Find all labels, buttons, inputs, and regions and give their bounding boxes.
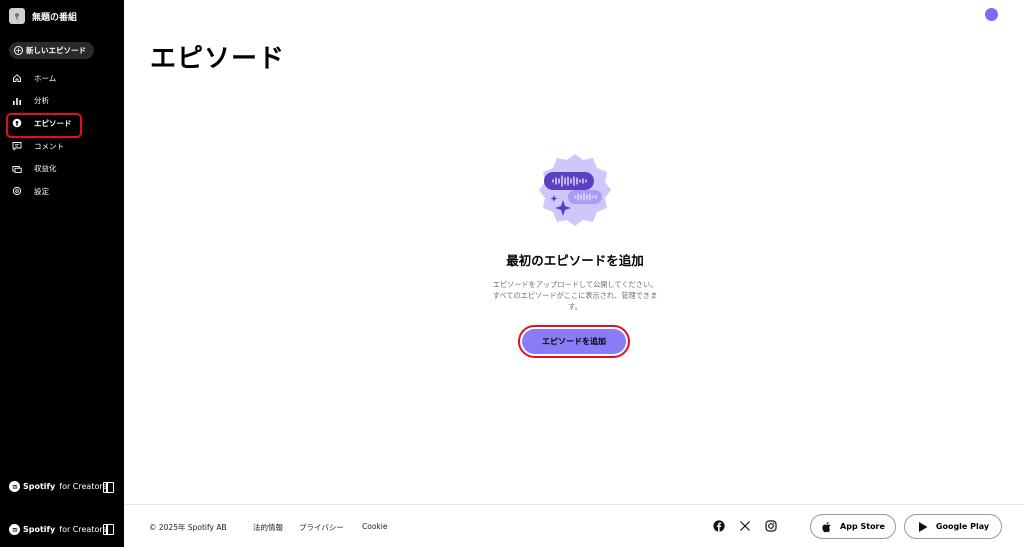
google-play-button[interactable]: Google Play bbox=[904, 514, 1002, 539]
sidebar-item-label: 設定 bbox=[34, 186, 49, 196]
empty-state-title: 最初のエピソードを追加 bbox=[506, 253, 644, 268]
main-content: エピソード 最初のエピソードを追加 エピソードをアップロードして公開してください… bbox=[124, 0, 1024, 547]
collapse-sidebar-icon[interactable] bbox=[103, 482, 114, 493]
empty-state-description: エピソードをアップロードして公開してください。 すべてのエピソードがここに表示さ… bbox=[470, 279, 680, 312]
sidebar-item-label: コメント bbox=[34, 141, 64, 151]
analytics-icon bbox=[12, 96, 22, 106]
empty-desc-line: す。 bbox=[568, 302, 582, 311]
footer: © 2025年 Spotify AB 法的情報 プライバシー Cookie Ap… bbox=[124, 504, 1024, 547]
collapse-sidebar-icon[interactable] bbox=[103, 524, 114, 535]
privacy-link[interactable]: プライバシー bbox=[299, 522, 344, 533]
app-store-button[interactable]: App Store bbox=[810, 514, 896, 539]
spotify-icon bbox=[9, 524, 20, 535]
sidebar-item-home[interactable]: ホーム bbox=[0, 67, 124, 90]
sidebar-item-settings[interactable]: 設定 bbox=[0, 180, 124, 203]
episode-icon bbox=[12, 118, 22, 128]
cookie-link[interactable]: Cookie bbox=[362, 522, 387, 531]
add-episode-button[interactable]: エピソードを追加 bbox=[522, 329, 626, 354]
copyright: © 2025年 Spotify AB bbox=[149, 523, 227, 532]
instagram-icon[interactable] bbox=[764, 519, 777, 532]
sidebar-item-monetization[interactable]: 収益化 bbox=[0, 157, 124, 180]
x-icon[interactable] bbox=[738, 519, 751, 532]
page-title: エピソード bbox=[150, 44, 286, 74]
spotify-icon bbox=[9, 481, 20, 492]
spotify-for-creators-logo[interactable]: Spotify for Creators bbox=[9, 481, 107, 492]
empty-desc-line: すべてのエピソードがここに表示され、管理できま bbox=[492, 291, 658, 300]
legal-link[interactable]: 法的情報 bbox=[253, 522, 283, 533]
empty-state: 最初のエピソードを追加 エピソードをアップロードして公開してください。 すべての… bbox=[470, 150, 680, 312]
app-root: 無題の番組 + 新しいエピソード ホーム 分析 エピソード コメント 収益化 設… bbox=[0, 0, 1024, 547]
sidebar-nav: ホーム 分析 エピソード コメント 収益化 設定 bbox=[0, 67, 124, 203]
sidebar-item-analytics[interactable]: 分析 bbox=[0, 90, 124, 113]
show-header[interactable]: 無題の番組 bbox=[9, 8, 77, 24]
brand-name: Spotify bbox=[23, 525, 56, 534]
new-episode-button[interactable]: + 新しいエピソード bbox=[9, 42, 94, 59]
brand-suffix: for Creators bbox=[59, 525, 107, 534]
brand-suffix: for Creators bbox=[59, 482, 107, 491]
empty-desc-line: エピソードをアップロードして公開してください。 bbox=[492, 280, 658, 289]
google-play-icon bbox=[918, 521, 928, 532]
sidebar-item-label: エピソード bbox=[34, 118, 72, 128]
sidebar-item-label: ホーム bbox=[34, 73, 57, 83]
sidebar: 無題の番組 + 新しいエピソード ホーム 分析 エピソード コメント 収益化 設… bbox=[0, 0, 124, 547]
add-episode-highlight: エピソードを追加 bbox=[518, 325, 630, 358]
spotify-for-creators-logo-footer[interactable]: Spotify for Creators bbox=[9, 524, 107, 535]
home-icon bbox=[12, 73, 22, 83]
plus-icon: + bbox=[14, 46, 23, 55]
sidebar-item-comments[interactable]: コメント bbox=[0, 135, 124, 158]
show-title: 無題の番組 bbox=[32, 12, 78, 23]
show-cover-image bbox=[9, 8, 25, 24]
new-episode-label: 新しいエピソード bbox=[26, 46, 86, 55]
apple-icon bbox=[822, 521, 831, 532]
avatar[interactable] bbox=[985, 8, 998, 21]
monetize-icon bbox=[12, 164, 22, 174]
app-store-label: App Store bbox=[840, 522, 885, 531]
settings-icon bbox=[12, 186, 22, 196]
podcast-icon bbox=[15, 13, 19, 20]
sidebar-item-label: 分析 bbox=[34, 96, 49, 106]
google-play-label: Google Play bbox=[935, 522, 990, 531]
sidebar-item-episodes[interactable]: エピソード bbox=[0, 112, 124, 138]
sidebar-item-label: 収益化 bbox=[34, 164, 57, 174]
episode-illustration bbox=[535, 150, 615, 230]
brand-name: Spotify bbox=[23, 482, 56, 491]
comment-icon bbox=[12, 141, 22, 151]
facebook-icon[interactable] bbox=[712, 519, 725, 532]
